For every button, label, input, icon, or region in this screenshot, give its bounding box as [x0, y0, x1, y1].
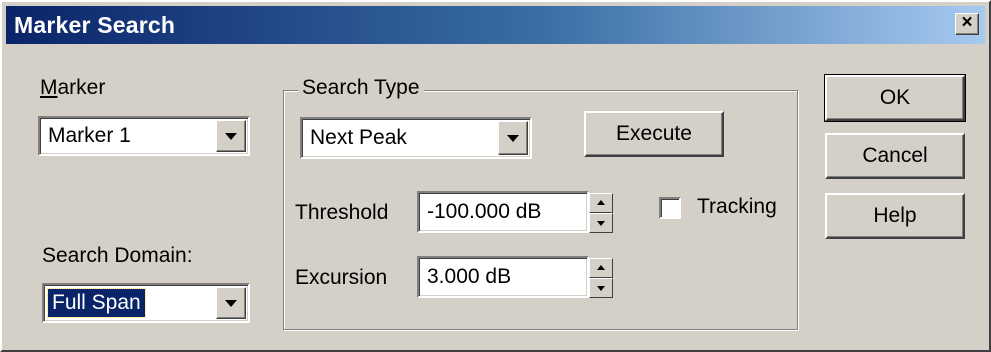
search-domain-select[interactable]: Full Span: [42, 283, 250, 323]
excursion-spin-down-button[interactable]: [589, 278, 613, 298]
search-type-select[interactable]: Next Peak: [300, 117, 532, 159]
excursion-label: Excursion: [295, 266, 388, 289]
chevron-down-icon: [225, 133, 237, 140]
threshold-spin-down-button[interactable]: [589, 213, 613, 233]
spin-down-icon: [597, 286, 605, 291]
threshold-spinner[interactable]: [589, 193, 613, 233]
search-type-group-label: Search Type: [298, 76, 424, 100]
close-button[interactable]: ×: [955, 12, 979, 35]
chevron-down-icon: [507, 135, 519, 142]
search-domain-dropdown-button[interactable]: [216, 287, 246, 319]
window-title: Marker Search: [14, 12, 176, 38]
excursion-spin-up-button[interactable]: [589, 258, 613, 278]
excursion-input[interactable]: 3.000 dB: [417, 256, 589, 298]
marker-select-value: Marker 1: [48, 124, 131, 147]
spin-up-icon: [597, 265, 605, 270]
marker-select[interactable]: Marker 1: [38, 116, 250, 156]
threshold-value: -100.000 dB: [427, 200, 542, 223]
threshold-input[interactable]: -100.000 dB: [417, 191, 589, 233]
marker-dropdown-button[interactable]: [216, 120, 246, 152]
spin-up-icon: [597, 200, 605, 205]
cancel-button[interactable]: Cancel: [825, 133, 965, 179]
chevron-down-icon: [225, 300, 237, 307]
ok-button[interactable]: OK: [824, 74, 966, 122]
execute-button[interactable]: Execute: [584, 111, 724, 157]
close-icon: ×: [961, 12, 973, 33]
excursion-spinner[interactable]: [589, 258, 613, 298]
spin-down-icon: [597, 221, 605, 226]
tracking-checkbox[interactable]: [659, 197, 681, 219]
search-domain-label: Search Domain:: [42, 244, 193, 267]
threshold-spin-up-button[interactable]: [589, 193, 613, 213]
tracking-label[interactable]: Tracking: [697, 195, 777, 219]
title-bar[interactable]: Marker Search ×: [6, 6, 985, 44]
marker-search-dialog: Marker Search × Marker Marker 1 Search D…: [0, 0, 991, 352]
threshold-label: Threshold: [295, 201, 389, 224]
help-button[interactable]: Help: [825, 193, 965, 239]
search-type-select-value: Next Peak: [310, 126, 407, 149]
search-domain-select-value: Full Span: [47, 288, 146, 318]
excursion-value: 3.000 dB: [427, 265, 512, 288]
search-type-dropdown-button[interactable]: [498, 121, 528, 155]
marker-label: Marker: [40, 76, 106, 99]
